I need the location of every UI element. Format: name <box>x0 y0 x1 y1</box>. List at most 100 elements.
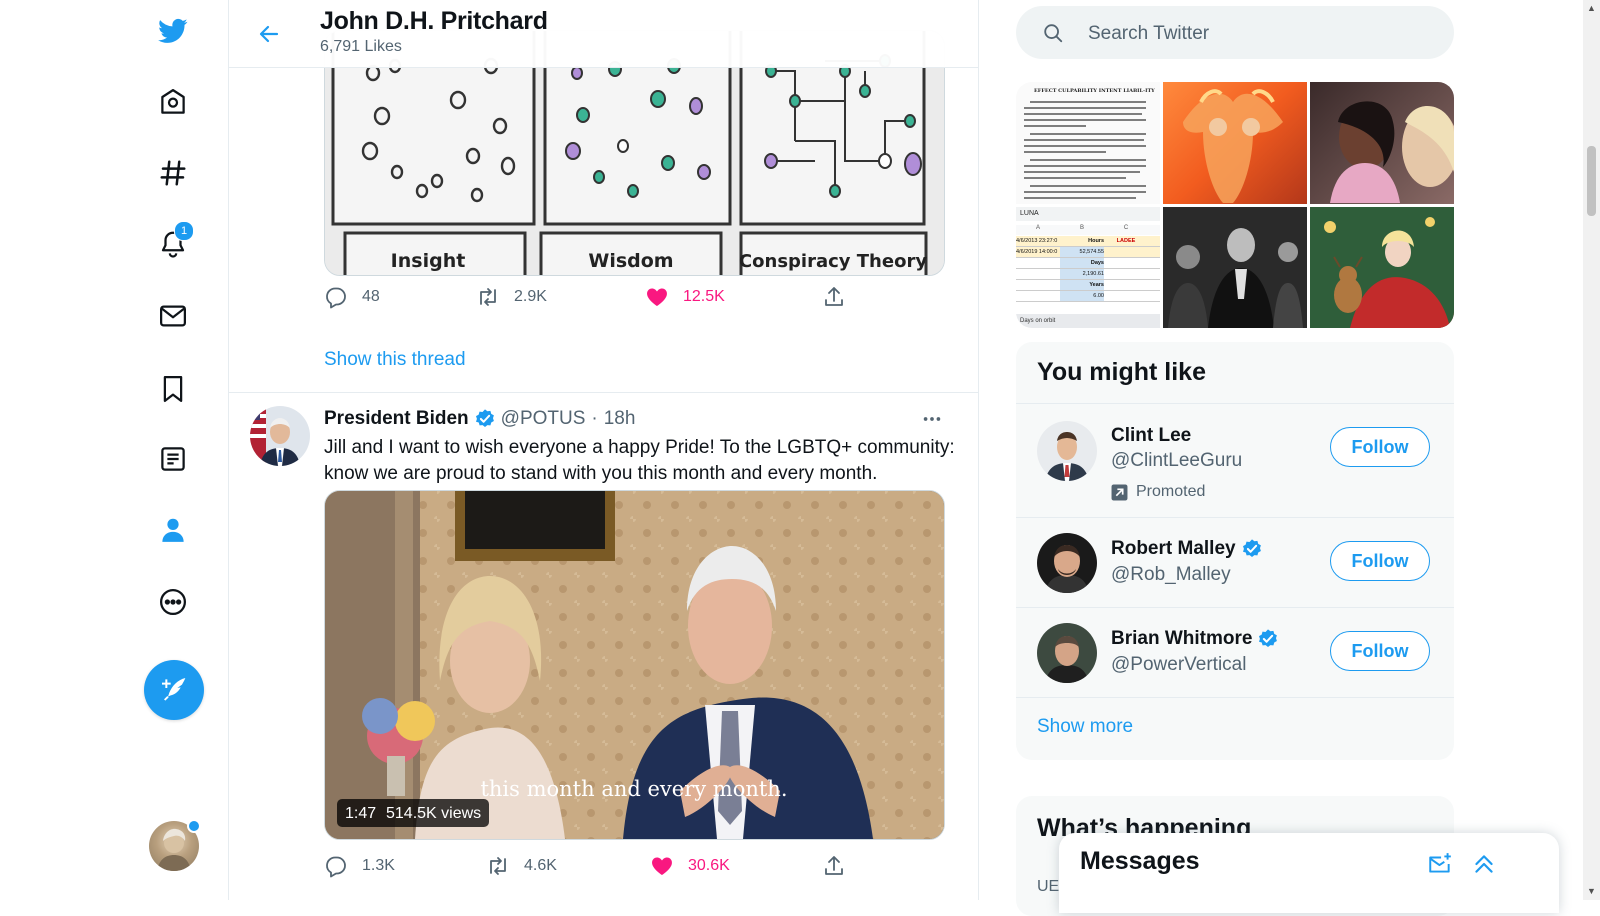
share-icon <box>825 856 843 875</box>
like-button[interactable]: 30.6K <box>650 851 730 881</box>
reply-button[interactable]: 48 <box>324 282 380 312</box>
back-arrow-icon[interactable] <box>251 16 287 52</box>
retweet-count: 4.6K <box>524 857 557 874</box>
scroll-down-arrow-icon[interactable]: ▼ <box>1585 885 1598 898</box>
sheet-cell: 4/6/2013 23:27:0 <box>1016 237 1058 244</box>
user-avatar <box>1037 421 1097 481</box>
messages-drawer[interactable]: Messages <box>1059 833 1559 913</box>
media-thumbnail-document[interactable]: EFFECT CULPABILITY INTENT LIABIL-ITY <box>1016 82 1160 204</box>
home-icon[interactable] <box>148 77 198 127</box>
author-handle[interactable]: @POTUS <box>501 408 586 430</box>
share-icon <box>825 287 843 306</box>
user-name-row: Brian Whitmore <box>1111 628 1284 650</box>
compose-tweet-button[interactable] <box>144 660 204 720</box>
promoted-text: Promoted <box>1136 483 1206 500</box>
sheet-cell <box>1016 258 1060 268</box>
heart-icon <box>652 857 672 875</box>
lists-icon[interactable] <box>148 434 198 484</box>
follow-suggestion[interactable]: Brian Whitmore @PowerVertical Follow <box>1016 607 1454 697</box>
twitter-logo-icon[interactable] <box>148 6 198 56</box>
sheet-cell: Hours <box>1088 237 1104 244</box>
retweet-button[interactable]: 4.6K <box>486 851 557 881</box>
reply-count: 48 <box>362 288 380 305</box>
retweet-icon <box>490 857 506 875</box>
verified-badge-icon <box>1259 629 1278 647</box>
more-icon[interactable] <box>148 577 198 627</box>
who-to-follow-panel: You might like Clint Lee @ClintLeeGuru P… <box>1016 342 1454 760</box>
follow-button[interactable]: Follow <box>1330 427 1430 467</box>
video-duration: 1:47 <box>345 805 376 822</box>
tweet-actions: 1.3K 4.6K 30.6K <box>324 851 864 881</box>
like-button[interactable]: 12.5K <box>645 282 725 312</box>
who-to-follow-title: You might like <box>1037 358 1206 386</box>
follow-suggestion[interactable]: Robert Malley @Rob_Malley Follow <box>1016 517 1454 607</box>
trend-item-fragment[interactable]: UE <box>1037 878 1059 896</box>
sheet-cell: 6.00 <box>1060 290 1104 301</box>
sheet-cell <box>1016 269 1060 279</box>
messages-title: Messages <box>1080 847 1200 875</box>
sheet-tab: Days on orbit <box>1016 314 1160 328</box>
user-name: Brian Whitmore <box>1111 628 1253 649</box>
sheet-cell <box>1016 291 1060 301</box>
author-name[interactable]: President Biden <box>324 408 469 430</box>
timeline: John D.H. Pritchard 6,791 Likes Insight … <box>229 0 979 900</box>
scrollbar-track[interactable] <box>1583 0 1600 900</box>
show-thread-link[interactable]: Show this thread <box>324 349 466 371</box>
tweet-actions: 48 2.9K 12.5K <box>324 282 864 312</box>
show-more-link[interactable]: Show more <box>1037 716 1133 738</box>
sheet-col: B <box>1079 224 1084 231</box>
like-count: 12.5K <box>683 288 725 305</box>
reply-button[interactable]: 1.3K <box>324 851 395 881</box>
media-thumbnail-spreadsheet[interactable]: LUNA A B C 4/6/2013 23:27:0 Hours LADEE 4/… <box>1016 206 1160 328</box>
tweet-timestamp[interactable]: 18h <box>604 408 636 430</box>
like-count: 30.6K <box>688 857 730 874</box>
retweet-button[interactable]: 2.9K <box>476 282 547 312</box>
share-button[interactable] <box>822 282 860 312</box>
expand-chevrons-icon[interactable] <box>1467 847 1501 881</box>
potus-avatar[interactable] <box>250 406 310 466</box>
user-handle: @Rob_Malley <box>1111 564 1231 585</box>
follow-button[interactable]: Follow <box>1330 631 1430 671</box>
user-handle: @ClintLeeGuru <box>1111 450 1243 471</box>
scrollbar-thumb[interactable] <box>1587 146 1596 216</box>
messages-icon[interactable] <box>148 291 198 341</box>
scroll-up-arrow-icon[interactable]: ▲ <box>1585 2 1598 15</box>
user-avatar <box>1037 623 1097 683</box>
media-thumbnail-illustration[interactable] <box>1310 206 1454 328</box>
profile-icon[interactable] <box>148 505 198 555</box>
heart-icon <box>647 288 667 306</box>
new-message-icon[interactable] <box>1423 847 1457 881</box>
sheet-name: LUNA <box>1016 206 1160 221</box>
profile-media-grid: EFFECT CULPABILITY INTENT LIABIL-ITY LUN… <box>1016 82 1454 328</box>
account-status-dot <box>187 819 201 833</box>
user-name: Clint Lee <box>1111 425 1192 446</box>
media-thumbnail-portrait[interactable] <box>1310 82 1454 204</box>
video-player[interactable]: this month and every month. 1:47 514.5K … <box>324 490 945 840</box>
media-thumbnail-bw-photo[interactable] <box>1163 206 1307 328</box>
likes-count: 6,791 Likes <box>320 38 402 55</box>
tweet-text: Jill and I want to wish everyone a happy… <box>324 437 955 484</box>
sheet-cell <box>1104 247 1148 257</box>
follow-suggestion[interactable]: Clint Lee @ClintLeeGuru Promoted Follow <box>1016 403 1454 517</box>
more-options-icon[interactable] <box>915 404 949 434</box>
bookmarks-icon[interactable] <box>148 364 198 414</box>
sheet-cell: 2,190.61 <box>1060 268 1104 279</box>
search-box <box>1016 6 1454 61</box>
follow-button[interactable]: Follow <box>1330 541 1430 581</box>
divider <box>1016 697 1454 698</box>
user-avatar <box>1037 533 1097 593</box>
compose-icon <box>162 678 186 701</box>
profile-header: John D.H. Pritchard 6,791 Likes <box>229 0 978 68</box>
notifications-icon[interactable]: 1 <box>148 219 198 269</box>
user-handle: @PowerVertical <box>1111 654 1247 675</box>
reply-icon <box>326 856 346 878</box>
retweet-count: 2.9K <box>514 288 547 305</box>
media-thumbnail-costume[interactable] <box>1163 82 1307 204</box>
share-button[interactable] <box>822 851 860 881</box>
search-input[interactable] <box>1086 6 1440 61</box>
explore-icon[interactable] <box>148 148 198 198</box>
sheet-cell: Years <box>1060 279 1104 290</box>
sheet-cell: LADEE <box>1116 237 1136 244</box>
verified-badge-icon <box>1242 539 1261 557</box>
sidebar-nav: 1 <box>0 0 229 900</box>
